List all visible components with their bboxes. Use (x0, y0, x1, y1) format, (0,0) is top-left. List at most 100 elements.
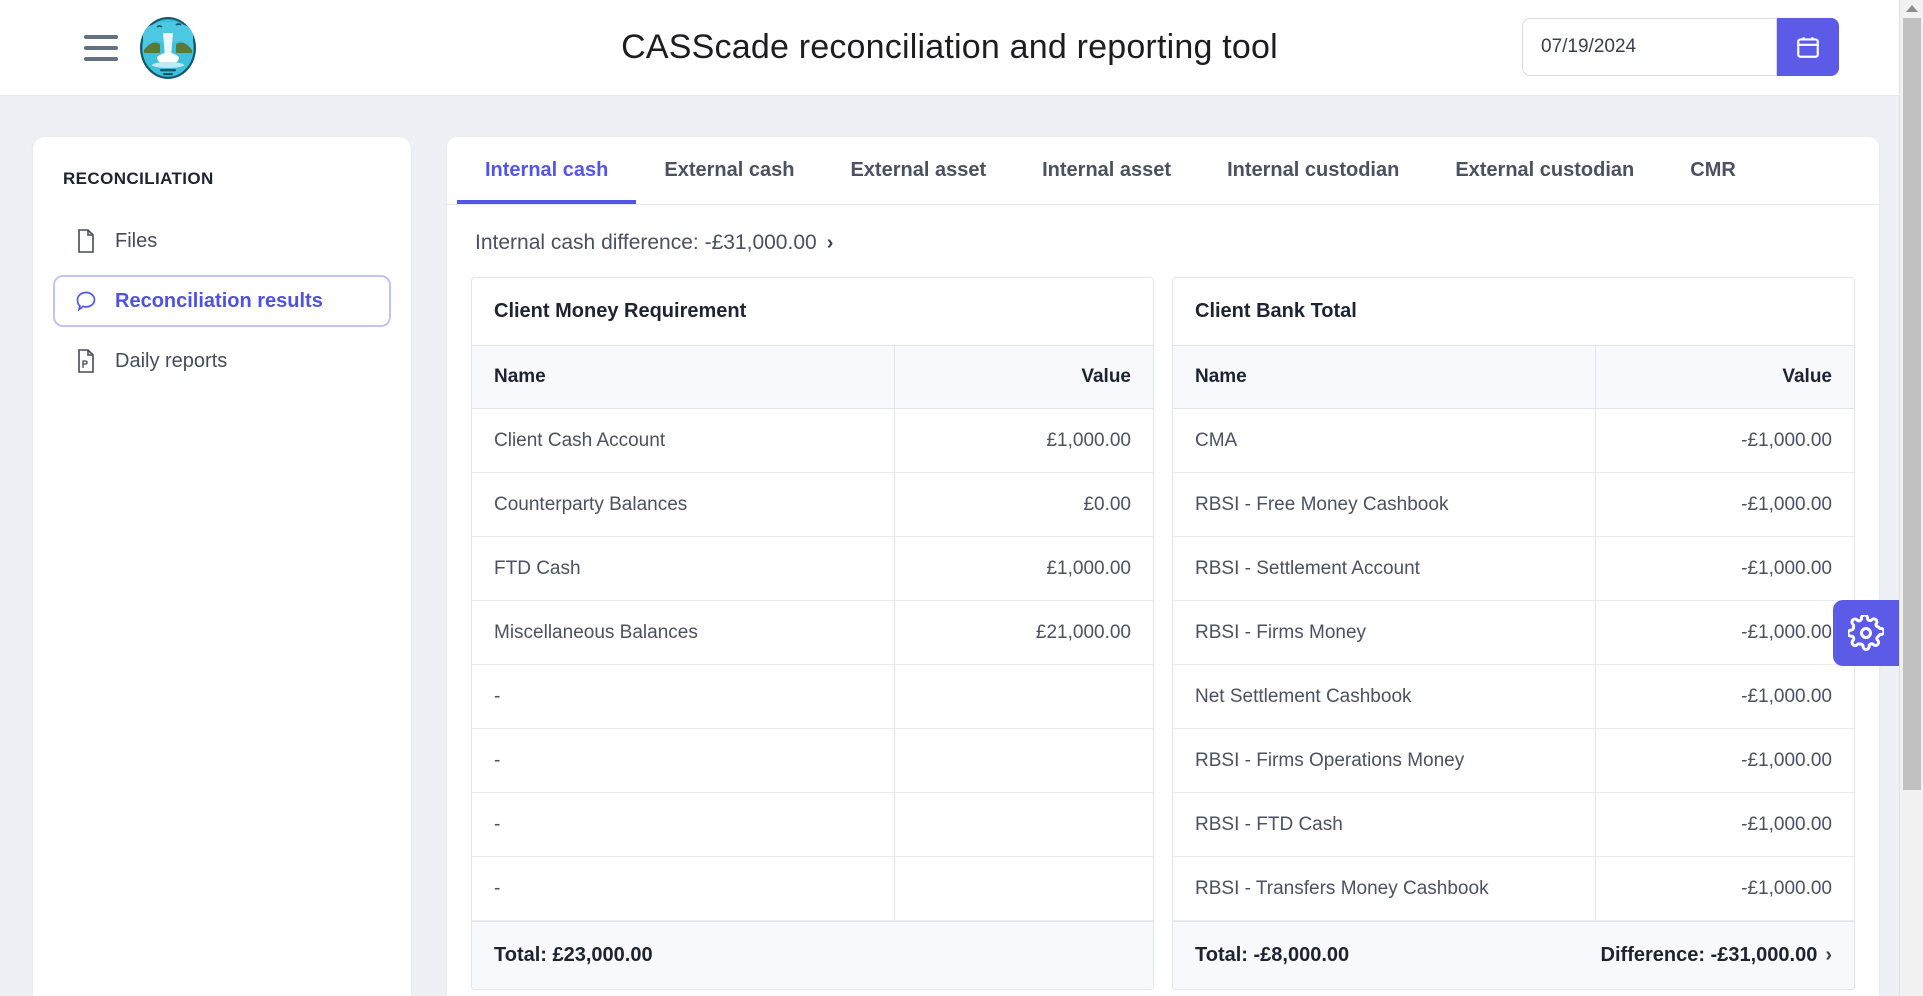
hamburger-line (84, 46, 118, 50)
cell-value: -£1,000.00 (1595, 729, 1854, 793)
cell-value: £21,000.00 (894, 601, 1153, 665)
calendar-icon (1795, 34, 1821, 60)
client-bank-total-table: Name Value CMA -£1,000.00 RBSI - Free Mo… (1173, 346, 1854, 921)
cell-name: RBSI - Settlement Account (1173, 537, 1595, 601)
cell-value (894, 857, 1153, 921)
internal-cash-difference-link[interactable]: Internal cash difference: -£31,000.00 › (447, 205, 1879, 277)
table-row[interactable]: RBSI - Settlement Account -£1,000.00 (1173, 537, 1854, 601)
cell-name: - (472, 793, 894, 857)
chevron-right-icon: › (1825, 944, 1832, 967)
scrollbar-thumb[interactable] (1903, 18, 1921, 790)
date-input[interactable] (1522, 18, 1777, 76)
sidebar-item-label: Reconciliation results (115, 290, 323, 313)
app-header: CASScade reconciliation and reporting to… (0, 0, 1899, 96)
tab-external-asset[interactable]: External asset (822, 137, 1014, 204)
table-header-row: Name Value (472, 346, 1153, 409)
cell-value: -£1,000.00 (1595, 409, 1854, 473)
column-header-name: Name (472, 346, 894, 409)
client-money-requirement-table: Name Value Client Cash Account £1,000.00… (472, 346, 1153, 921)
page-scrollbar[interactable] (1899, 0, 1923, 996)
table-row[interactable]: Miscellaneous Balances £21,000.00 (472, 601, 1153, 665)
cell-name: Miscellaneous Balances (472, 601, 894, 665)
cell-value: -£1,000.00 (1595, 793, 1854, 857)
sidebar-section-title: RECONCILIATION (33, 169, 411, 189)
sidebar-item-files[interactable]: Files (53, 215, 391, 267)
table-row[interactable]: - (472, 793, 1153, 857)
tab-internal-asset[interactable]: Internal asset (1014, 137, 1199, 204)
cell-name: - (472, 857, 894, 921)
table-row[interactable]: - (472, 729, 1153, 793)
cell-name: Counterparty Balances (472, 473, 894, 537)
table-row[interactable]: RBSI - Firms Operations Money -£1,000.00 (1173, 729, 1854, 793)
tab-internal-cash[interactable]: Internal cash (457, 137, 636, 204)
calendar-button[interactable] (1777, 18, 1839, 76)
difference-label: Difference: -£31,000.00 (1601, 944, 1818, 967)
cell-value: -£1,000.00 (1595, 473, 1854, 537)
client-money-requirement-card: Client Money Requirement Name Value Clie… (471, 277, 1154, 990)
tables-container: Client Money Requirement Name Value Clie… (447, 277, 1879, 990)
gear-icon (1848, 615, 1884, 651)
sidebar-item-daily-reports[interactable]: Daily reports (53, 335, 391, 387)
speech-bubble-icon (75, 288, 97, 314)
column-header-value: Value (1595, 346, 1854, 409)
table-row[interactable]: Net Settlement Cashbook -£1,000.00 (1173, 665, 1854, 729)
file-icon (75, 228, 97, 254)
cell-value (894, 665, 1153, 729)
cell-name: RBSI - Transfers Money Cashbook (1173, 857, 1595, 921)
table-row[interactable]: FTD Cash £1,000.00 (472, 537, 1153, 601)
cell-value (894, 729, 1153, 793)
cell-value: -£1,000.00 (1595, 857, 1854, 921)
difference-link[interactable]: Difference: -£31,000.00 › (1601, 944, 1832, 967)
total-label: Total: £23,000.00 (494, 944, 653, 967)
sidebar-item-label: Files (115, 230, 157, 253)
cell-name: RBSI - Firms Operations Money (1173, 729, 1595, 793)
main-content-card: Internal cash External cash External ass… (447, 137, 1879, 996)
tab-bar: Internal cash External cash External ass… (447, 137, 1879, 205)
table-row[interactable]: - (472, 665, 1153, 729)
table-footer: Total: -£8,000.00 Difference: -£31,000.0… (1173, 921, 1854, 989)
column-header-value: Value (894, 346, 1153, 409)
table-row[interactable]: RBSI - Transfers Money Cashbook -£1,000.… (1173, 857, 1854, 921)
table-row[interactable]: CMA -£1,000.00 (1173, 409, 1854, 473)
sidebar-item-reconciliation-results[interactable]: Reconciliation results (53, 275, 391, 327)
tab-external-custodian[interactable]: External custodian (1427, 137, 1662, 204)
cell-name: RBSI - FTD Cash (1173, 793, 1595, 857)
cell-name: Client Cash Account (472, 409, 894, 473)
cell-value: £1,000.00 (894, 537, 1153, 601)
hamburger-line (84, 57, 118, 61)
client-bank-total-card: Client Bank Total Name Value CMA -£1,000… (1172, 277, 1855, 990)
cell-value: -£1,000.00 (1595, 665, 1854, 729)
table-row[interactable]: - (472, 857, 1153, 921)
settings-fab-button[interactable] (1833, 600, 1899, 666)
cell-value (894, 793, 1153, 857)
table-row[interactable]: RBSI - FTD Cash -£1,000.00 (1173, 793, 1854, 857)
scroll-up-arrow-icon[interactable] (1906, 5, 1918, 12)
tab-internal-custodian[interactable]: Internal custodian (1199, 137, 1427, 204)
tab-external-cash[interactable]: External cash (636, 137, 822, 204)
table-footer: Total: £23,000.00 (472, 921, 1153, 989)
sidebar: RECONCILIATION Files Reconciliation resu… (33, 137, 411, 996)
table-row[interactable]: RBSI - Free Money Cashbook -£1,000.00 (1173, 473, 1854, 537)
table-row[interactable]: RBSI - Firms Money -£1,000.00 (1173, 601, 1854, 665)
cell-name: - (472, 665, 894, 729)
waterfall-badge-logo[interactable] (140, 17, 196, 79)
chevron-right-icon: › (827, 232, 834, 255)
cell-name: CMA (1173, 409, 1595, 473)
table-row[interactable]: Client Cash Account £1,000.00 (472, 409, 1153, 473)
hamburger-line (84, 35, 118, 39)
hamburger-menu-icon[interactable] (84, 35, 118, 61)
table-header-row: Name Value (1173, 346, 1854, 409)
cell-name: RBSI - Firms Money (1173, 601, 1595, 665)
cell-value: -£1,000.00 (1595, 537, 1854, 601)
app-root: CASScade reconciliation and reporting to… (0, 0, 1923, 996)
table-row[interactable]: Counterparty Balances £0.00 (472, 473, 1153, 537)
total-label: Total: -£8,000.00 (1195, 944, 1349, 967)
cell-name: FTD Cash (472, 537, 894, 601)
cell-value: £1,000.00 (894, 409, 1153, 473)
pdf-file-icon (75, 348, 97, 374)
cell-name: Net Settlement Cashbook (1173, 665, 1595, 729)
date-picker-group (1522, 18, 1839, 76)
cell-value: -£1,000.00 (1595, 601, 1854, 665)
difference-text: Internal cash difference: -£31,000.00 (475, 231, 817, 255)
tab-cmr[interactable]: CMR (1662, 137, 1764, 204)
